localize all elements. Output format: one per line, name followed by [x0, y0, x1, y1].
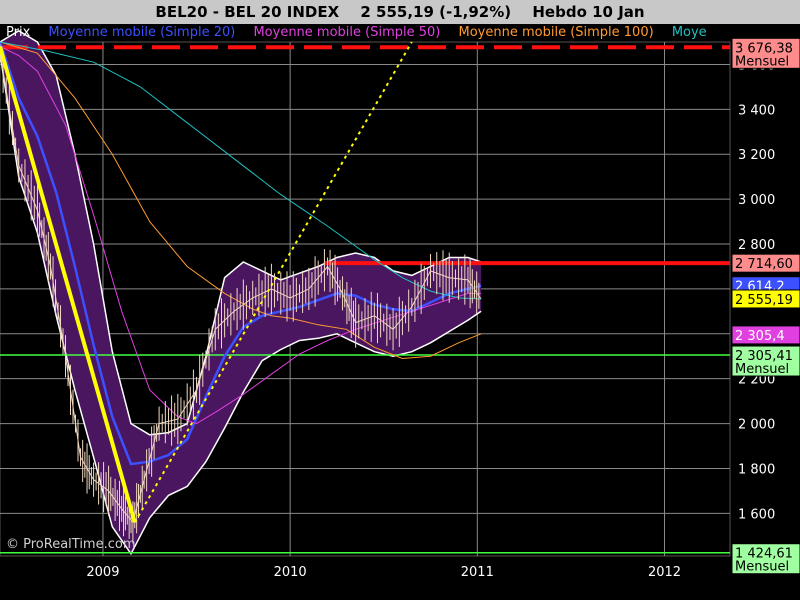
y-tick-label: 3 200 — [738, 148, 775, 163]
price-box-label: Mensuel — [735, 362, 789, 377]
legend-sma200[interactable]: Moye — [672, 25, 707, 40]
chart-window: BEL20 - BEL 20 INDEX 2 555,19 (-1,92%) H… — [0, 0, 800, 600]
chart-canvas[interactable]: 1 6001 8002 0002 2002 4002 6002 8003 000… — [0, 0, 800, 600]
copyright-text: © ProRealTime.com — [6, 537, 136, 552]
legend-price[interactable]: Prix — [6, 25, 30, 40]
y-tick-label: 1 600 — [738, 507, 775, 522]
y-tick-label: 3 400 — [738, 103, 775, 118]
legend-sma20[interactable]: Moyenne mobile (Simple 20) — [48, 25, 235, 40]
price-box-label: Mensuel — [735, 560, 789, 575]
x-tick-label: 2009 — [86, 565, 119, 580]
legend-sma50[interactable]: Moyenne mobile (Simple 50) — [253, 25, 440, 40]
price-box-value: 2 555,19 — [735, 293, 793, 308]
x-tick-label: 2011 — [461, 565, 494, 580]
y-tick-label: 3 000 — [738, 193, 775, 208]
y-tick-label: 2 800 — [738, 238, 775, 253]
x-tick-label: 2010 — [274, 565, 307, 580]
indicator-legend: Prix Moyenne mobile (Simple 20) Moyenne … — [0, 24, 730, 42]
legend-sma100[interactable]: Moyenne mobile (Simple 100) — [459, 25, 654, 40]
y-tick-label: 2 000 — [738, 418, 775, 433]
price-box-label: Mensuel — [735, 54, 789, 69]
y-tick-label: 1 800 — [738, 462, 775, 477]
price-box-value: 2 714,60 — [735, 257, 793, 272]
x-tick-label: 2012 — [648, 565, 681, 580]
price-box-value: 2 305,4 — [735, 329, 785, 344]
